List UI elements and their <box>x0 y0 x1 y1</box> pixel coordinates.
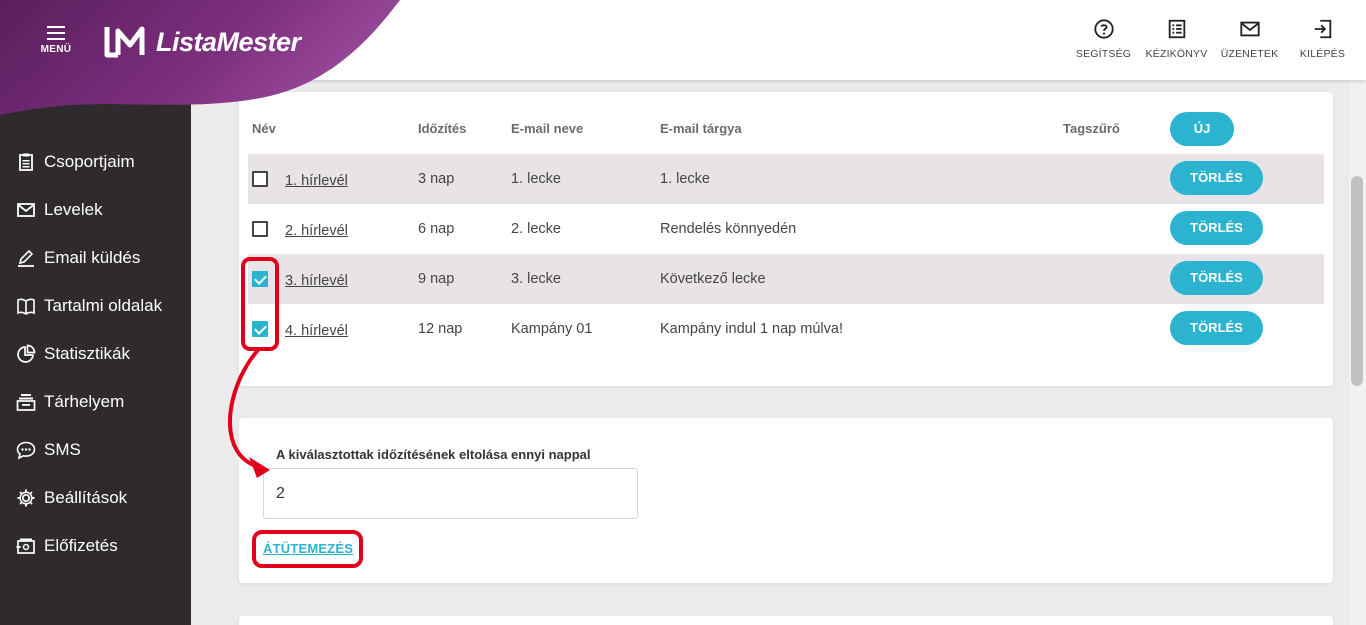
table-row: 3. hírlevél 9 nap 3. lecke Következő lec… <box>248 254 1324 304</box>
sidebar-item-label: Beállítások <box>44 488 128 507</box>
sidebar-item-settings[interactable]: Beállítások <box>16 483 127 513</box>
col-header-name: Név <box>252 121 276 136</box>
sidebar-item-statistics[interactable]: Statisztikák <box>16 339 130 369</box>
sidebar-item-label: Csoportjaim <box>44 152 135 171</box>
sidebar-item-label: SMS <box>44 440 81 459</box>
book-icon <box>17 298 35 315</box>
email-name-cell: Kampány 01 <box>511 321 593 337</box>
pie-chart-icon <box>17 344 36 363</box>
logout-icon <box>1314 19 1331 39</box>
col-header-email-name: E-mail neve <box>511 121 584 136</box>
table-row: 4. hírlevél 12 nap Kampány 01 Kampány in… <box>248 304 1324 354</box>
row-checkbox-checked[interactable] <box>252 271 268 287</box>
manual-link[interactable]: KÉZIKÖNYV <box>1143 18 1210 62</box>
email-subject-cell: Következő lecke <box>660 271 766 287</box>
row-checkbox[interactable] <box>252 221 268 237</box>
subscription-icon <box>16 538 35 554</box>
email-subject-cell: Rendelés könnyedén <box>660 221 797 237</box>
sidebar-item-label: Statisztikák <box>44 344 130 363</box>
timing-cell: 9 nap <box>418 271 455 287</box>
sidebar-item-subscription[interactable]: Előfizetés <box>16 531 118 561</box>
delete-button[interactable]: TÖRLÉS <box>1170 311 1263 345</box>
email-subject-cell: Kampány indul 1 nap múlva! <box>660 321 843 337</box>
brand-name: ListaMester <box>156 26 301 57</box>
sidebar-item-groups[interactable]: Csoportjaim <box>16 147 135 177</box>
email-subject-cell: 1. lecke <box>660 171 710 187</box>
delete-button[interactable]: TÖRLÉS <box>1170 261 1263 295</box>
newsletter-table-card: Név Időzítés E-mail neve E-mail tárgya T… <box>239 92 1333 386</box>
reschedule-card: A kiválasztottak időzítésének eltolása e… <box>239 418 1333 583</box>
delete-button[interactable]: TÖRLÉS <box>1170 211 1263 245</box>
manual-label: KÉZIKÖNYV <box>1145 48 1208 60</box>
sidebar: Csoportjaim Levelek Email küldés Tartalm… <box>0 80 191 625</box>
email-name-cell: 1. lecke <box>511 171 561 187</box>
help-label: SEGÍTSÉG <box>1075 48 1132 60</box>
gear-icon <box>17 489 35 507</box>
pen-icon <box>18 249 34 267</box>
logout-link[interactable]: KILÉPÉS <box>1289 18 1356 62</box>
table-row: 2. hírlevél 6 nap 2. lecke Rendelés könn… <box>248 204 1324 254</box>
messages-link[interactable]: ÜZENETEK <box>1216 18 1283 62</box>
sidebar-item-letters[interactable]: Levelek <box>16 195 103 225</box>
shift-days-input[interactable] <box>263 468 638 519</box>
envelope-icon <box>17 203 35 217</box>
sidebar-item-label: Tartalmi oldalak <box>44 296 163 315</box>
col-header-timing: Időzítés <box>418 121 467 136</box>
help-link[interactable]: SEGÍTSÉG <box>1070 18 1137 62</box>
mail-icon <box>1239 21 1260 37</box>
chat-bubble-icon <box>16 441 36 460</box>
menu-button[interactable]: MENÜ <box>36 26 76 62</box>
sidebar-item-storage[interactable]: Tárhelyem <box>16 387 124 417</box>
sidebar-item-sms[interactable]: SMS <box>16 435 81 465</box>
brand-logo[interactable]: ListaMester <box>104 25 301 59</box>
top-navigation: SEGÍTSÉG KÉZIKÖNYV ÜZENETEK KILÉPÉS <box>1064 18 1356 62</box>
help-circle-icon <box>1093 19 1114 39</box>
sidebar-item-label: Előfizetés <box>44 536 118 555</box>
timing-cell: 3 nap <box>418 171 455 187</box>
new-button[interactable]: ÚJ <box>1170 112 1234 146</box>
sidebar-item-content-pages[interactable]: Tartalmi oldalak <box>16 291 162 321</box>
logout-label: KILÉPÉS <box>1299 48 1346 60</box>
newsletter-name-link[interactable]: 2. hírlevél <box>285 223 348 239</box>
sidebar-item-label: Tárhelyem <box>44 392 125 411</box>
newsletter-name-link[interactable]: 4. hírlevél <box>285 323 348 339</box>
timing-cell: 12 nap <box>418 321 463 337</box>
reschedule-button[interactable]: ÁTÜTEMEZÉS <box>263 541 353 556</box>
next-card <box>239 616 1333 625</box>
newsletter-name-link[interactable]: 1. hírlevél <box>285 173 348 189</box>
newsletter-name-link[interactable]: 3. hírlevél <box>285 273 348 289</box>
row-checkbox[interactable] <box>252 171 268 187</box>
timing-cell: 6 nap <box>418 221 455 237</box>
col-header-email-subject: E-mail tárgya <box>660 121 742 136</box>
email-name-cell: 3. lecke <box>511 271 561 287</box>
menu-label: MENÜ <box>40 44 72 55</box>
listamester-logo-icon <box>104 26 145 58</box>
scrollbar-thumb[interactable] <box>1351 176 1363 386</box>
row-checkbox-checked[interactable] <box>252 321 268 337</box>
email-name-cell: 2. lecke <box>511 221 561 237</box>
hamburger-icon <box>47 26 65 40</box>
messages-label: ÜZENETEK <box>1220 48 1279 60</box>
col-header-tag-filter: Tagszűrő <box>1063 121 1120 136</box>
sidebar-item-label: Levelek <box>44 200 103 219</box>
table-row: 1. hírlevél 3 nap 1. lecke 1. lecke TÖRL… <box>248 154 1324 204</box>
storage-icon <box>16 394 36 411</box>
manual-icon <box>1168 19 1185 39</box>
shift-days-label: A kiválasztottak időzítésének eltolása e… <box>276 447 591 462</box>
clipboard-icon <box>19 153 33 171</box>
sidebar-item-email-send[interactable]: Email küldés <box>16 243 140 273</box>
sidebar-item-label: Email küldés <box>44 248 141 267</box>
delete-button[interactable]: TÖRLÉS <box>1170 161 1263 195</box>
